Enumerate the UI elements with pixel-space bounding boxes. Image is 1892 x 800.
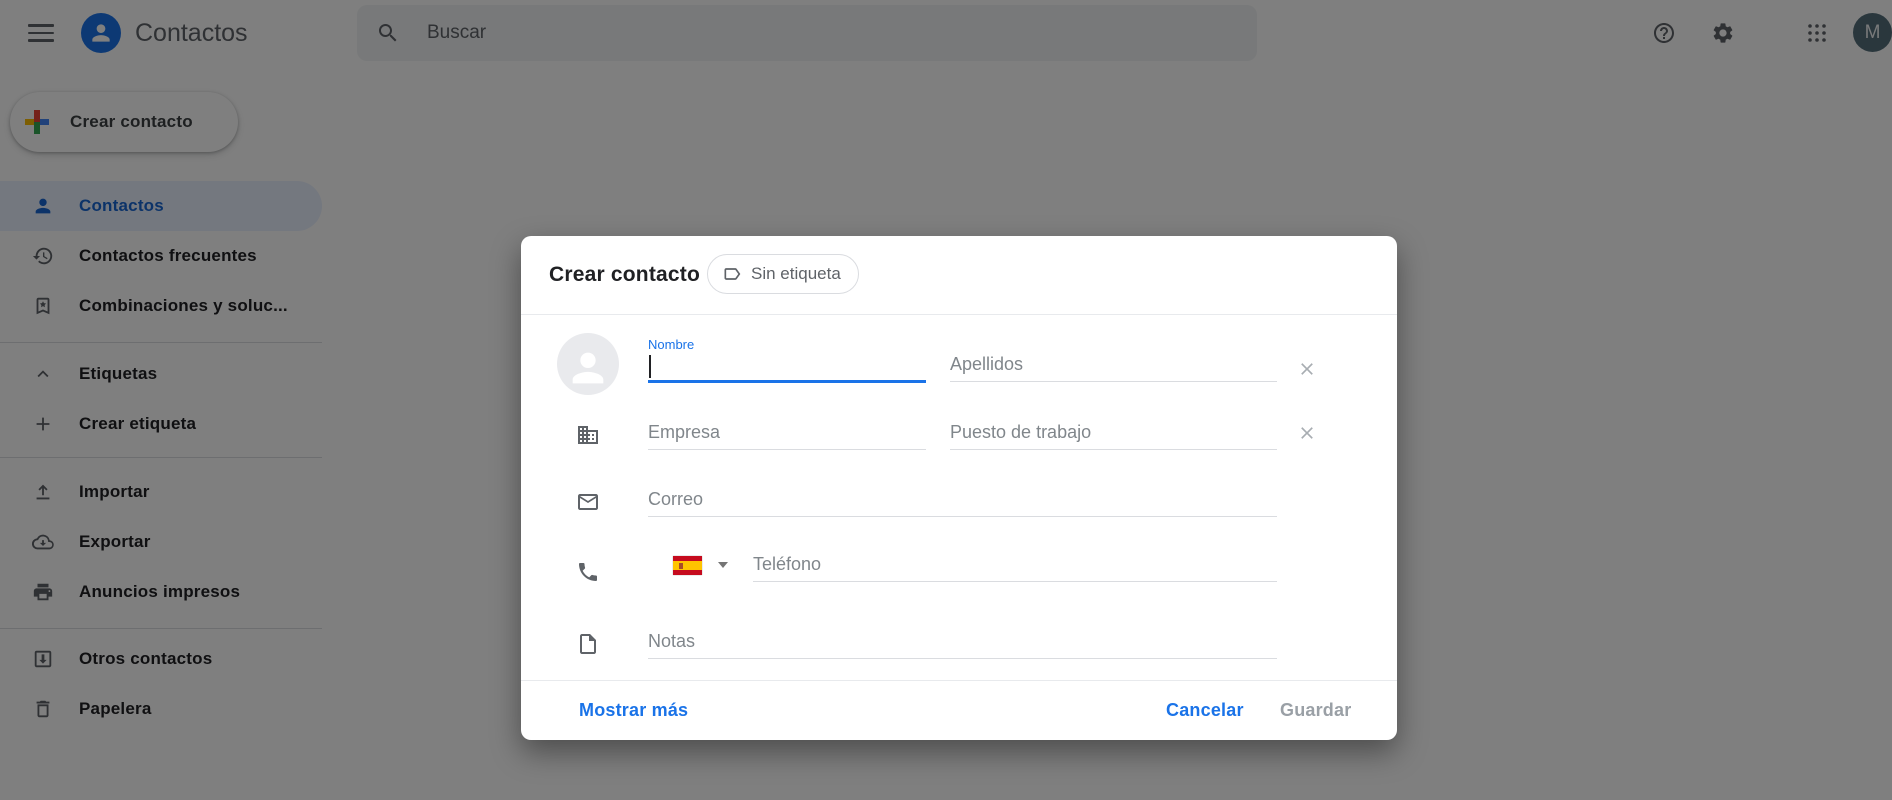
label-icon xyxy=(722,264,742,284)
create-contact-dialog: Crear contacto Sin etiqueta Nombre Mostr… xyxy=(521,236,1397,740)
save-button[interactable]: Guardar xyxy=(1280,700,1351,721)
show-more-button[interactable]: Mostrar más xyxy=(579,700,688,721)
company-input[interactable] xyxy=(648,416,926,450)
phone-icon xyxy=(576,560,600,584)
text-cursor xyxy=(649,355,651,378)
email-icon xyxy=(576,490,600,514)
job-title-input[interactable] xyxy=(950,416,1277,450)
phone-input[interactable] xyxy=(753,548,1277,582)
dialog-title: Crear contacto xyxy=(549,263,700,287)
contact-avatar-placeholder[interactable] xyxy=(557,333,619,395)
notes-icon xyxy=(576,632,600,656)
country-code-dropdown[interactable] xyxy=(673,551,735,579)
company-icon xyxy=(576,423,600,447)
dialog-footer: Mostrar más Cancelar Guardar xyxy=(521,681,1397,740)
label-chip-text: Sin etiqueta xyxy=(751,264,841,284)
person-icon xyxy=(565,345,611,391)
close-icon[interactable] xyxy=(1297,423,1317,443)
first-name-input[interactable] xyxy=(648,349,926,383)
notes-input[interactable] xyxy=(648,625,1277,659)
dropdown-caret-icon xyxy=(718,562,728,568)
header-divider xyxy=(521,314,1397,315)
cancel-button[interactable]: Cancelar xyxy=(1166,700,1244,721)
label-chip[interactable]: Sin etiqueta xyxy=(707,254,859,294)
spain-flag-icon xyxy=(673,556,702,575)
email-input[interactable] xyxy=(648,483,1277,517)
last-name-input[interactable] xyxy=(950,348,1277,382)
close-icon[interactable] xyxy=(1297,359,1317,379)
